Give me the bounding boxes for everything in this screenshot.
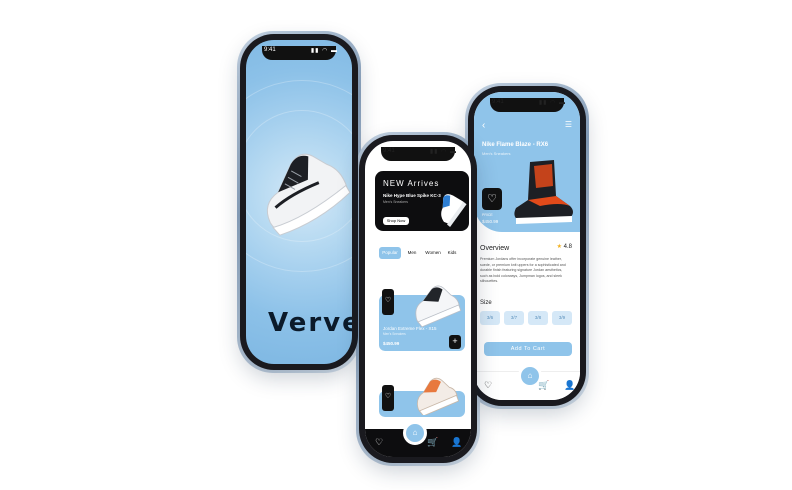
tab-popular[interactable]: Popular: [379, 247, 401, 259]
detail-screen: 9:41 ▮▮ ◠ ▬ ‹ ☰ Nike Flame Blaze - RX6 M…: [474, 92, 580, 400]
detail-phone: 9:41 ▮▮ ◠ ▬ ‹ ☰ Nike Flame Blaze - RX6 M…: [465, 83, 589, 409]
overview-heading: Overview: [480, 245, 510, 252]
brand-logo: Verve: [268, 308, 352, 338]
home-screen: 9:41 ▮▮ ◠ ▬ NEW Arrives Nike Hype Blue S…: [365, 141, 471, 457]
cart-icon[interactable]: 🛒: [427, 437, 438, 448]
size-option[interactable]: 3/8: [528, 311, 548, 325]
product-image: [417, 377, 459, 415]
banner-category: Men's Sneakers: [383, 200, 408, 204]
heart-icon[interactable]: ♡: [382, 289, 394, 315]
sneaker-image: [266, 153, 351, 236]
status-time: 9:41: [492, 99, 504, 105]
heart-icon[interactable]: ♡: [382, 385, 394, 411]
home-phone: 9:41 ▮▮ ◠ ▬ NEW Arrives Nike Hype Blue S…: [356, 132, 480, 466]
cart-icon[interactable]: 🛒: [538, 380, 549, 391]
rating: ★ 4.8: [557, 243, 572, 250]
tab-kids[interactable]: Kids: [445, 247, 459, 259]
price-value: $450.99: [482, 219, 499, 224]
product-card[interactable]: ♡: [379, 377, 465, 417]
status-time: 9:41: [264, 47, 276, 53]
product-card[interactable]: ♡ Jordan Extreme Flex - X15 Men's Sneake…: [379, 285, 465, 351]
bottom-nav: ♡ ⌂ 🛒 👤: [365, 421, 471, 457]
add-button[interactable]: +: [449, 335, 461, 349]
product-price: $450.99: [383, 341, 400, 346]
product-hero: ‹ ☰ Nike Flame Blaze - RX6 Men's Sneaker…: [474, 92, 580, 232]
size-option[interactable]: 3/6: [480, 311, 500, 325]
rating-value: 4.8: [563, 244, 572, 250]
status-time: 9:41: [383, 148, 395, 154]
product-name: Jordan Extreme Flex - X15: [383, 326, 437, 331]
size-label: Size: [480, 300, 492, 306]
status-icons: ▮▮ ◠ ▬: [310, 48, 338, 54]
tab-women[interactable]: Women: [423, 247, 443, 259]
favorite-button[interactable]: ♡: [482, 188, 502, 210]
product-image: [514, 160, 573, 224]
category-tabs: Popular Men Women Kids: [379, 247, 471, 259]
product-title: Nike Flame Blaze - RX6: [482, 142, 549, 148]
price-label: PRICE: [482, 213, 493, 217]
size-option[interactable]: 3/9: [552, 311, 572, 325]
product-image: [415, 285, 462, 327]
profile-icon[interactable]: 👤: [564, 380, 575, 391]
profile-icon[interactable]: 👤: [451, 437, 462, 448]
size-option[interactable]: 3/7: [504, 311, 524, 325]
banner-title: NEW Arrives: [383, 179, 440, 188]
menu-icon[interactable]: ☰: [565, 120, 572, 129]
product-subtitle: Men's Sneakers: [482, 151, 511, 156]
splash-screen: 9:41 ▮▮ ◠ ▬ Verve: [246, 40, 352, 364]
status-icons: ▮▮ ◠ ▬: [538, 100, 566, 106]
splash-phone: 9:41 ▮▮ ◠ ▬ Verve: [237, 31, 361, 373]
shop-now-button[interactable]: Shop Now: [383, 217, 409, 225]
new-arrivals-banner: NEW Arrives Nike Hype Blue Spike KC-3 Me…: [375, 171, 469, 231]
home-icon[interactable]: ⌂: [403, 421, 427, 445]
tab-men[interactable]: Men: [405, 247, 419, 259]
star-icon: ★: [556, 244, 562, 250]
banner-sneaker-image: [441, 194, 467, 228]
bottom-nav: ♡ ⌂ 🛒 👤: [474, 364, 580, 400]
product-description: Premium Jordans offer incorporate genuin…: [480, 257, 566, 284]
status-icons: ▮▮ ◠ ▬: [429, 149, 457, 155]
heart-icon[interactable]: ♡: [484, 380, 492, 391]
heart-icon[interactable]: ♡: [375, 437, 383, 448]
back-icon[interactable]: ‹: [482, 120, 485, 131]
add-to-cart-button[interactable]: Add To Cart: [484, 342, 572, 356]
product-category: Men's Sneakers: [383, 332, 406, 336]
